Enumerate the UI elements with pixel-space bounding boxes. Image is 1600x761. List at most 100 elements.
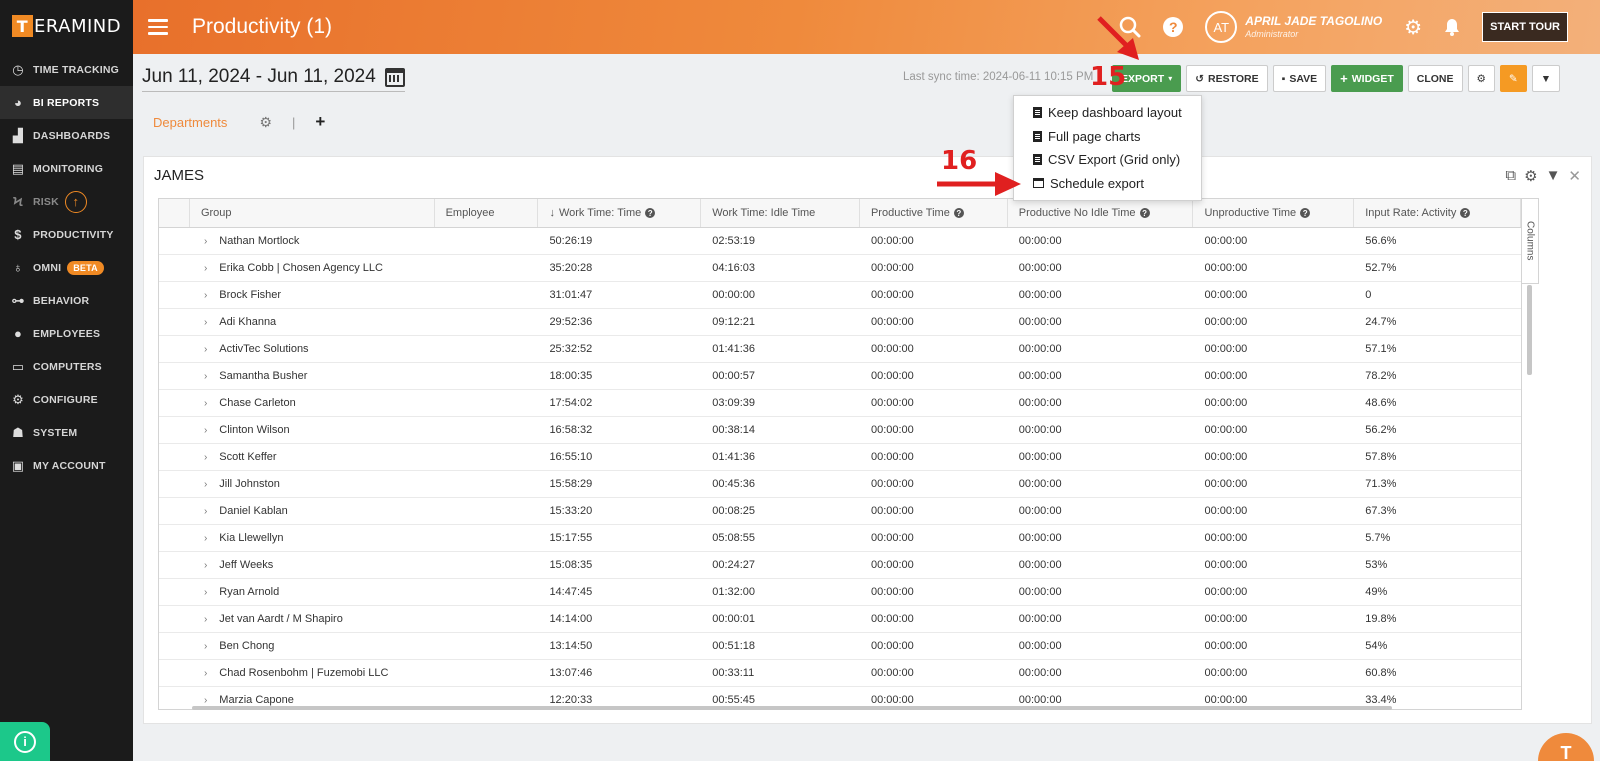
- clone-button[interactable]: CLONE: [1407, 65, 1463, 92]
- expand-chevron-icon[interactable]: ›: [204, 344, 207, 355]
- expand-chevron-icon[interactable]: ›: [204, 668, 207, 679]
- expand-chevron-icon[interactable]: ›: [204, 479, 207, 490]
- avatar[interactable]: AT: [1205, 11, 1238, 43]
- sidebar-item-configure[interactable]: ⚙ CONFIGURE: [0, 383, 133, 416]
- expand-chevron-icon[interactable]: ›: [204, 641, 207, 652]
- table-cell: 00:00:00: [1193, 363, 1354, 389]
- dashboard-settings-button[interactable]: ⚙: [1467, 65, 1495, 92]
- table-row[interactable]: › Adi Khanna 29:52:36 09:12:21 00:00:00 00:00…: [159, 309, 1521, 336]
- date-range-picker[interactable]: Jun 11, 2024 - Jun 11, 2024: [142, 66, 405, 92]
- help-icon[interactable]: ?: [953, 208, 964, 218]
- column-header-idle-time[interactable]: Work Time: Idle Time: [701, 199, 860, 227]
- start-tour-button[interactable]: START TOUR: [1482, 12, 1568, 42]
- sidebar-item-employees[interactable]: ● EMPLOYEES: [0, 317, 133, 350]
- expand-chevron-icon[interactable]: ›: [204, 452, 207, 463]
- menu-item-schedule-export[interactable]: Schedule export: [1014, 172, 1201, 196]
- expand-chevron-icon[interactable]: ›: [204, 425, 207, 436]
- sidebar-item-computers[interactable]: ▭ COMPUTERS: [0, 350, 133, 383]
- calendar-icon[interactable]: [384, 67, 405, 87]
- help-icon[interactable]: ?: [645, 208, 656, 218]
- widget-settings-gear-icon[interactable]: ⚙: [1524, 167, 1537, 185]
- vertical-scrollbar[interactable]: [1527, 285, 1532, 375]
- sidebar-item-risk[interactable]: ϟ RISK ↑: [0, 185, 133, 218]
- menu-item-full-page-charts[interactable]: Full page charts: [1014, 125, 1201, 149]
- table-row[interactable]: › Chase Carleton 17:54:02 03:09:39 00:00:00 0…: [159, 390, 1521, 417]
- filter-button[interactable]: ▼: [1531, 65, 1561, 92]
- expand-chevron-icon[interactable]: ›: [204, 533, 207, 544]
- expand-chevron-icon[interactable]: ›: [204, 614, 207, 625]
- table-row[interactable]: › Erika Cobb | Chosen Agency LLC 35:20:28 0…: [159, 255, 1521, 282]
- upgrade-arrow-icon[interactable]: ↑: [64, 190, 87, 213]
- column-header-unproductive-time[interactable]: Unproductive Time?: [1193, 199, 1355, 227]
- column-header-group[interactable]: Group: [190, 199, 435, 227]
- sidebar-item-productivity[interactable]: $ PRODUCTIVITY: [0, 218, 133, 251]
- add-widget-button[interactable]: + WIDGET: [1331, 65, 1403, 92]
- table-row[interactable]: › Nathan Mortlock 50:26:19 02:53:19 00:00:00…: [159, 228, 1521, 255]
- expand-chevron-icon[interactable]: ›: [204, 506, 207, 517]
- table-row[interactable]: › Kia Llewellyn 15:17:55 05:08:55 00:00:00 00…: [159, 525, 1521, 552]
- horizontal-scrollbar[interactable]: [192, 706, 1392, 710]
- restore-button[interactable]: ↺ RESTORE: [1186, 65, 1268, 92]
- expand-chevron-icon[interactable]: ›: [204, 371, 207, 382]
- tab-departments[interactable]: Departments: [153, 115, 227, 130]
- sidebar-item-bi-reports[interactable]: ◕ BI REPORTS: [0, 86, 133, 119]
- expand-chevron-icon[interactable]: ›: [204, 290, 207, 301]
- column-header-productive-time[interactable]: Productive Time?: [860, 199, 1008, 227]
- copy-icon[interactable]: ⧉: [1505, 167, 1516, 185]
- table-row[interactable]: › Ryan Arnold 14:47:45 01:32:00 00:00:00 00:0…: [159, 579, 1521, 606]
- add-tab-button[interactable]: +: [315, 112, 325, 132]
- table-row[interactable]: › Jet van Aardt / M Shapiro 14:14:00 00:00:…: [159, 606, 1521, 633]
- teramind-logo[interactable]: T ERAMIND: [0, 0, 133, 52]
- sidebar-item-omni[interactable]: ♁ OMNI BETA: [0, 251, 133, 284]
- help-icon[interactable]: ?: [1460, 208, 1471, 218]
- table-row[interactable]: › Ben Chong 13:14:50 00:51:18 00:00:00 00:00:…: [159, 633, 1521, 660]
- table-row[interactable]: › Daniel Kablan 15:33:20 00:08:25 00:00:00 00…: [159, 498, 1521, 525]
- table-row[interactable]: › Jill Johnston 15:58:29 00:45:36 00:00:00 00…: [159, 471, 1521, 498]
- widget-filter-icon[interactable]: ▼: [1546, 167, 1561, 185]
- expand-chevron-icon[interactable]: ›: [204, 317, 207, 328]
- column-header-employee[interactable]: Employee: [435, 199, 539, 227]
- columns-panel-toggle[interactable]: Columns: [1522, 198, 1539, 284]
- sidebar-item-behavior[interactable]: ⊶ BEHAVIOR: [0, 284, 133, 317]
- user-info[interactable]: APRIL JADE TAGOLINO Administrator: [1245, 14, 1382, 40]
- save-label: SAVE: [1289, 72, 1318, 85]
- help-icon[interactable]: ?: [1163, 17, 1184, 37]
- table-row[interactable]: › Samantha Busher 18:00:35 00:00:57 00:00:00…: [159, 363, 1521, 390]
- expand-chevron-icon[interactable]: ›: [204, 587, 207, 598]
- expand-chevron-icon[interactable]: ›: [204, 560, 207, 571]
- help-icon[interactable]: ?: [1139, 208, 1150, 218]
- settings-gear-icon[interactable]: ⚙: [1404, 15, 1422, 40]
- table-cell: [435, 390, 539, 416]
- edit-button[interactable]: ✎: [1499, 65, 1527, 92]
- info-help-button[interactable]: i: [0, 722, 50, 761]
- expand-chevron-icon[interactable]: ›: [204, 263, 207, 274]
- sidebar-item-dashboards[interactable]: ▟ DASHBOARDS: [0, 119, 133, 152]
- table-row[interactable]: › ActivTec Solutions 25:32:52 01:41:36 00:00…: [159, 336, 1521, 363]
- expand-chevron-icon[interactable]: ›: [204, 236, 207, 247]
- column-header-productive-no-idle[interactable]: Productive No Idle Time?: [1008, 199, 1194, 227]
- menu-item-csv-export[interactable]: CSV Export (Grid only): [1014, 148, 1201, 172]
- table-row[interactable]: › Scott Keffer 16:55:10 01:41:36 00:00:00 00:…: [159, 444, 1521, 471]
- cell-value: 12:20:33: [549, 694, 593, 706]
- cell-value: 00:00:00: [870, 451, 914, 463]
- help-icon[interactable]: ?: [1300, 208, 1311, 218]
- sidebar-item-time-tracking[interactable]: ◷ TIME TRACKING: [0, 53, 133, 86]
- tab-settings-gear-icon[interactable]: ⚙: [259, 114, 272, 131]
- sidebar-item-monitoring[interactable]: ▤ MONITORING: [0, 152, 133, 185]
- sidebar-item-system[interactable]: ☗ SYSTEM: [0, 416, 133, 449]
- column-header-work-time[interactable]: ↓ Work Time: Time?: [538, 199, 702, 227]
- expand-chevron-icon[interactable]: ›: [204, 695, 207, 706]
- row-spacer: [159, 471, 190, 497]
- table-row[interactable]: › Clinton Wilson 16:58:32 00:38:14 00:00:00 0…: [159, 417, 1521, 444]
- hamburger-menu-icon[interactable]: [148, 19, 168, 35]
- column-header-input-rate[interactable]: Input Rate: Activity?: [1354, 199, 1521, 227]
- menu-item-keep-dashboard-layout[interactable]: Keep dashboard layout: [1014, 101, 1201, 125]
- sidebar-item-my-account[interactable]: ▣ MY ACCOUNT: [0, 449, 133, 482]
- table-row[interactable]: › Brock Fisher 31:01:47 00:00:00 00:00:00 00:…: [159, 282, 1521, 309]
- save-button[interactable]: ▪ SAVE: [1272, 65, 1327, 92]
- close-icon[interactable]: ✕: [1568, 167, 1581, 185]
- table-row[interactable]: › Jeff Weeks 15:08:35 00:24:27 00:00:00 00:00…: [159, 552, 1521, 579]
- table-row[interactable]: › Chad Rosenbohm | Fuzemobi LLC 13:07:46 00…: [159, 660, 1521, 687]
- bell-icon[interactable]: [1444, 18, 1460, 36]
- expand-chevron-icon[interactable]: ›: [204, 398, 207, 409]
